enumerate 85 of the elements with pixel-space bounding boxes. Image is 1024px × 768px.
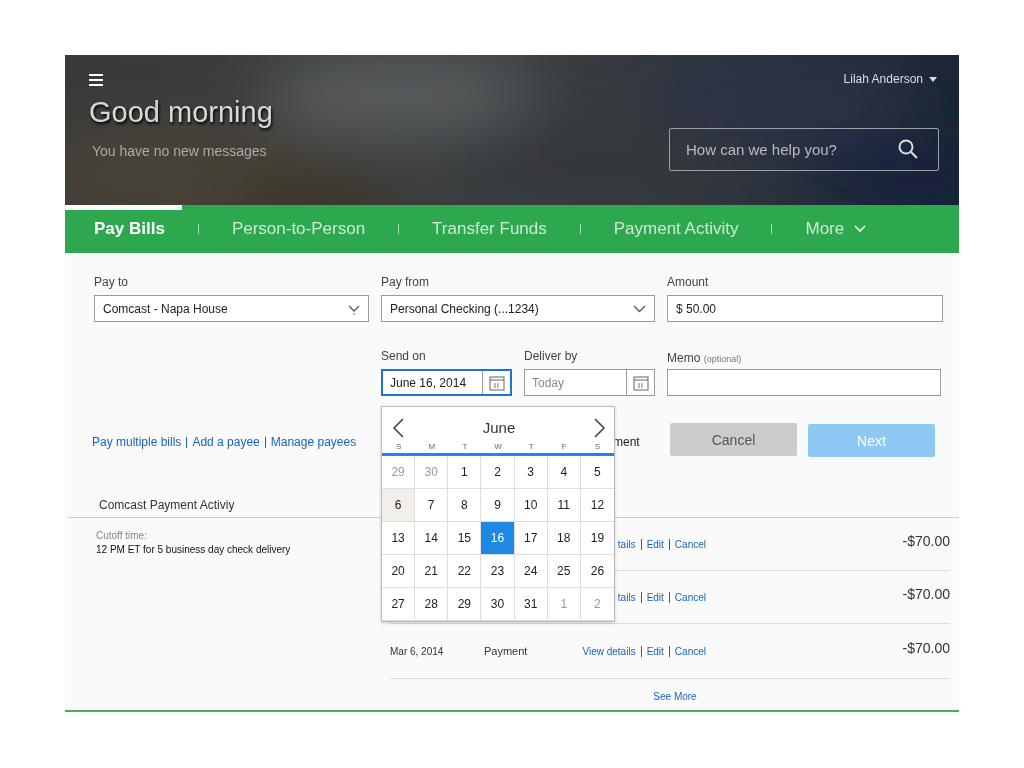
- day-cell[interactable]: 25: [547, 555, 581, 588]
- link[interactable]: Manage payees: [264, 436, 357, 448]
- link[interactable]: Pay multiple bills: [92, 435, 182, 449]
- day-cell[interactable]: 7: [415, 489, 449, 522]
- messages-text: You have no new messages: [92, 143, 267, 159]
- account-dropdown[interactable]: Personal Checking (...1234): [381, 295, 655, 322]
- chevron-right-icon[interactable]: [594, 417, 606, 438]
- amount-text: -$70.00: [901, 586, 950, 602]
- day-cell[interactable]: 27: [382, 588, 416, 621]
- weekday-label: T: [527, 442, 535, 451]
- search-icon[interactable]: [898, 139, 918, 159]
- day-cell[interactable]: 13: [382, 522, 416, 555]
- link[interactable]: Edit: [640, 538, 664, 550]
- weekday-label: W: [493, 442, 503, 451]
- search-field[interactable]: How can we help you?: [669, 128, 939, 171]
- day-cell[interactable]: 26: [580, 555, 614, 588]
- day-cell[interactable]: 1: [448, 456, 482, 489]
- day-cell[interactable]: 6: [382, 489, 416, 522]
- link[interactable]: View details: [582, 645, 636, 657]
- day-cell[interactable]: 11: [547, 489, 581, 522]
- calendar-icon[interactable]: [632, 374, 649, 391]
- day-cell[interactable]: 8: [448, 489, 482, 522]
- day-cell[interactable]: 20: [382, 555, 416, 588]
- cancel-button[interactable]: Cancel: [670, 423, 797, 456]
- chevron-down-icon: [854, 225, 867, 233]
- weekday-label: M: [427, 442, 437, 451]
- type-text: Payment: [484, 645, 528, 657]
- month-title: June: [482, 419, 516, 436]
- calendar-icon[interactable]: [488, 374, 505, 391]
- memo-field[interactable]: [667, 369, 941, 396]
- day-cell[interactable]: 22: [448, 555, 482, 588]
- day-cell[interactable]: 24: [514, 555, 548, 588]
- day-cell[interactable]: 12: [580, 489, 614, 522]
- link[interactable]: Cancel: [668, 645, 706, 657]
- amount-text: -$70.00: [901, 533, 950, 549]
- day-cell[interactable]: 18: [547, 522, 581, 555]
- day-cell[interactable]: 19: [580, 522, 614, 555]
- day-cell[interactable]: 21: [415, 555, 449, 588]
- menu-icon[interactable]: [89, 74, 103, 86]
- day-cell[interactable]: 23: [481, 555, 515, 588]
- greeting: Good morning: [89, 96, 273, 129]
- day-cell[interactable]: 15: [448, 522, 482, 555]
- date-field[interactable]: Today: [524, 369, 655, 396]
- field-label: Send on: [381, 349, 427, 363]
- link[interactable]: Add a payee: [186, 436, 260, 448]
- cutoff-text: 12 PM ET for 5 business day check delivery: [96, 544, 292, 555]
- weekday-label: T: [461, 442, 469, 451]
- day-cell[interactable]: 30: [481, 588, 515, 621]
- date-text: Mar 6, 2014: [390, 645, 444, 657]
- day-cell[interactable]: 31: [514, 588, 548, 621]
- day-cell[interactable]: 29: [448, 588, 482, 621]
- day-cell[interactable]: 16: [481, 522, 515, 555]
- amount-text: -$70.00: [901, 640, 950, 656]
- day-cell[interactable]: 9: [481, 489, 515, 522]
- day-cell[interactable]: 14: [415, 522, 449, 555]
- field-label: Amount: [667, 275, 710, 289]
- weekday-label: S: [394, 442, 403, 451]
- payee-dropdown[interactable]: Comcast - Napa House: [94, 295, 369, 322]
- amount-field[interactable]: $ 50.00: [667, 295, 943, 322]
- field-label: Deliver by: [524, 349, 579, 363]
- day-cell[interactable]: 10: [514, 489, 548, 522]
- day-cell[interactable]: 2: [481, 456, 515, 489]
- link[interactable]: Edit: [640, 591, 664, 603]
- field-label: Pay from: [381, 275, 430, 289]
- cutoff-label: Cutoff time:: [96, 530, 148, 541]
- chevron-down-icon: [633, 304, 646, 313]
- day-cell[interactable]: 4: [547, 456, 581, 489]
- field-label: Pay to: [94, 275, 130, 289]
- date-field[interactable]: June 16, 2014: [381, 369, 512, 396]
- day-cell[interactable]: 5: [580, 456, 614, 489]
- day-cell[interactable]: 3: [514, 456, 548, 489]
- weekday-label: F: [560, 442, 568, 451]
- link[interactable]: tails: [617, 538, 636, 550]
- weekday-label: S: [593, 442, 602, 451]
- field-label: Memo (optional): [667, 351, 743, 365]
- user-menu[interactable]: Lilah Anderson: [843, 72, 937, 86]
- link[interactable]: Cancel: [668, 538, 706, 550]
- chevron-left-icon[interactable]: [392, 417, 404, 438]
- caret-icon: [929, 76, 937, 82]
- link[interactable]: Edit: [640, 645, 664, 657]
- link[interactable]: tails: [617, 591, 636, 603]
- day-cell[interactable]: 17: [514, 522, 548, 555]
- see-more-link[interactable]: See More: [653, 691, 697, 702]
- day-cell[interactable]: 28: [415, 588, 449, 621]
- link[interactable]: Cancel: [668, 591, 706, 603]
